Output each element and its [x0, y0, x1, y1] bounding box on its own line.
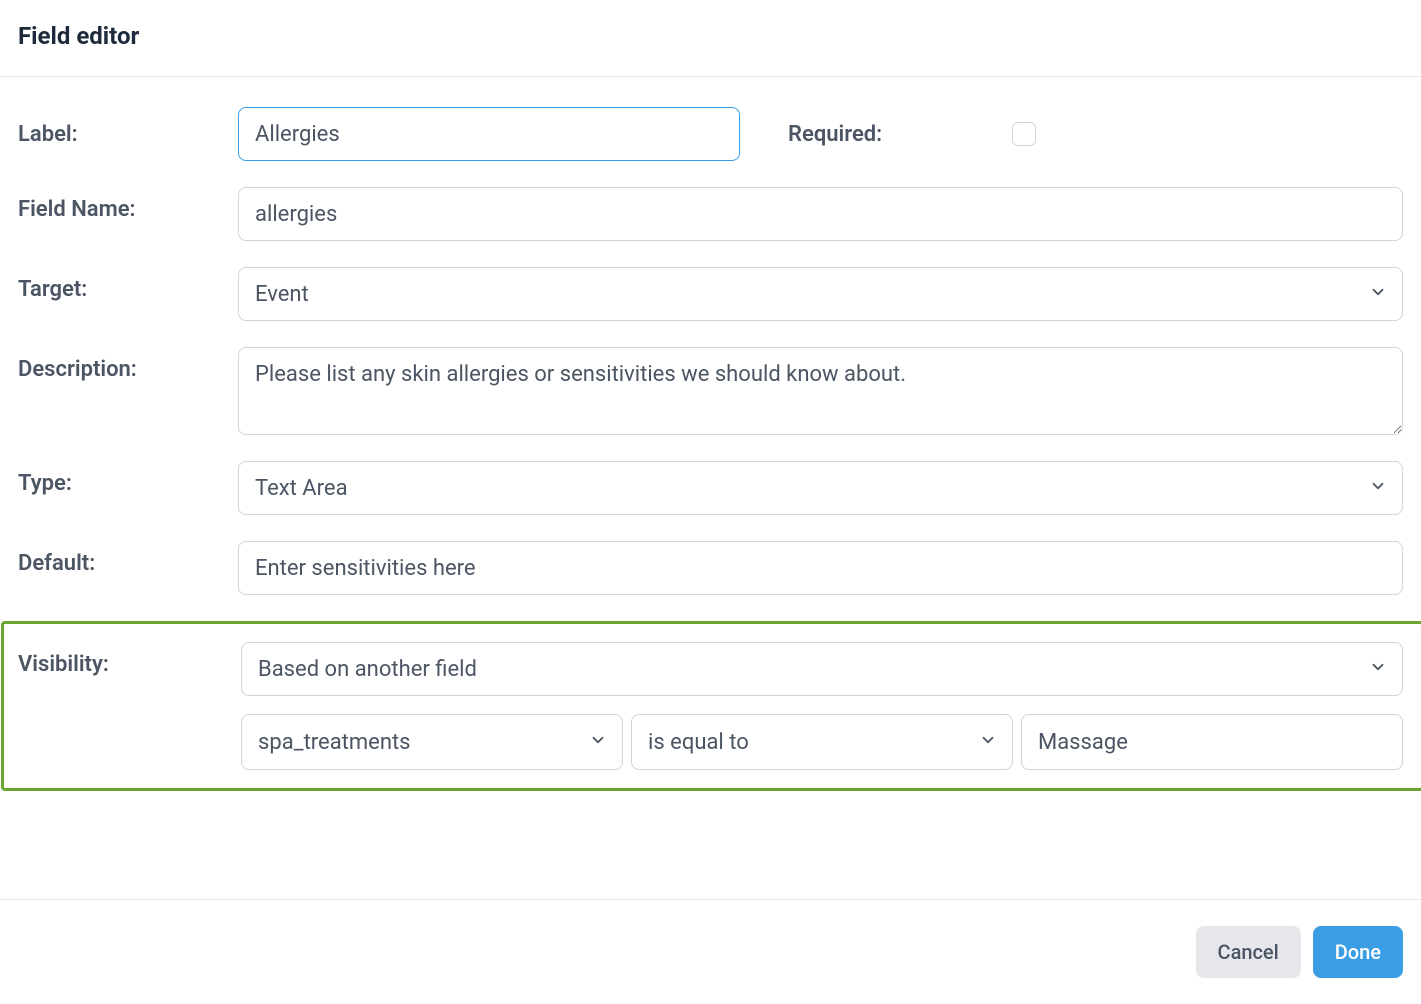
required-label: Required:: [788, 122, 1012, 147]
required-section: Required:: [788, 122, 1403, 147]
type-label: Type:: [18, 461, 238, 496]
dialog-title: Field editor: [18, 22, 1403, 50]
default-control-col: [238, 541, 1403, 595]
row-field-name: Field Name:: [18, 187, 1403, 241]
done-button[interactable]: Done: [1313, 926, 1403, 978]
dialog-header: Field editor: [0, 0, 1421, 77]
type-control-col: [238, 461, 1403, 515]
condition-field-wrapper: [241, 714, 623, 770]
required-checkbox[interactable]: [1012, 122, 1036, 146]
default-input[interactable]: [238, 541, 1403, 595]
field-editor-dialog: Field editor Label: Required: Field Name…: [0, 0, 1421, 1004]
cancel-button[interactable]: Cancel: [1196, 926, 1301, 978]
field-name-label: Field Name:: [18, 187, 238, 222]
row-visibility-condition: [18, 714, 1403, 770]
row-target: Target:: [18, 267, 1403, 321]
visibility-condition-col: [241, 714, 1403, 770]
visibility-condition-spacer: [18, 714, 241, 724]
spacer: [18, 791, 1403, 831]
default-label: Default:: [18, 541, 238, 576]
condition-row: [241, 714, 1403, 770]
target-control-col: [238, 267, 1403, 321]
target-select[interactable]: [238, 267, 1403, 321]
condition-value-wrapper: [1021, 714, 1403, 770]
description-textarea[interactable]: [238, 347, 1403, 435]
label-control-col: Required:: [238, 107, 1403, 161]
description-label: Description:: [18, 347, 238, 382]
description-control-col: [238, 347, 1403, 435]
condition-field-select[interactable]: [241, 714, 623, 770]
visibility-select-wrapper: [241, 642, 1403, 696]
dialog-footer: Cancel Done: [0, 899, 1421, 1004]
condition-operator-wrapper: [631, 714, 1013, 770]
visibility-select[interactable]: [241, 642, 1403, 696]
row-default: Default:: [18, 541, 1403, 595]
row-label-required: Label: Required:: [18, 107, 1403, 161]
type-select[interactable]: [238, 461, 1403, 515]
row-visibility: Visibility:: [18, 642, 1403, 696]
visibility-label: Visibility:: [18, 642, 241, 677]
label-input[interactable]: [238, 107, 740, 161]
visibility-block: Visibility:: [1, 621, 1421, 791]
condition-value-input[interactable]: [1021, 714, 1403, 770]
visibility-control-col: [241, 642, 1403, 696]
target-select-wrapper: [238, 267, 1403, 321]
type-select-wrapper: [238, 461, 1403, 515]
label-label: Label:: [18, 122, 238, 147]
form-body: Label: Required: Field Name: Target:: [0, 77, 1421, 899]
row-type: Type:: [18, 461, 1403, 515]
field-name-control-col: [238, 187, 1403, 241]
row-description: Description:: [18, 347, 1403, 435]
target-label: Target:: [18, 267, 238, 302]
field-name-input[interactable]: [238, 187, 1403, 241]
condition-operator-select[interactable]: [631, 714, 1013, 770]
